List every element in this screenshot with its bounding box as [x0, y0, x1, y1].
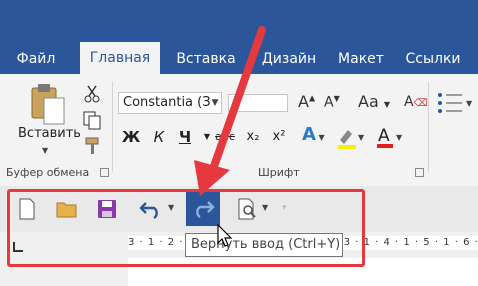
pointer-arrow-icon	[194, 26, 266, 196]
